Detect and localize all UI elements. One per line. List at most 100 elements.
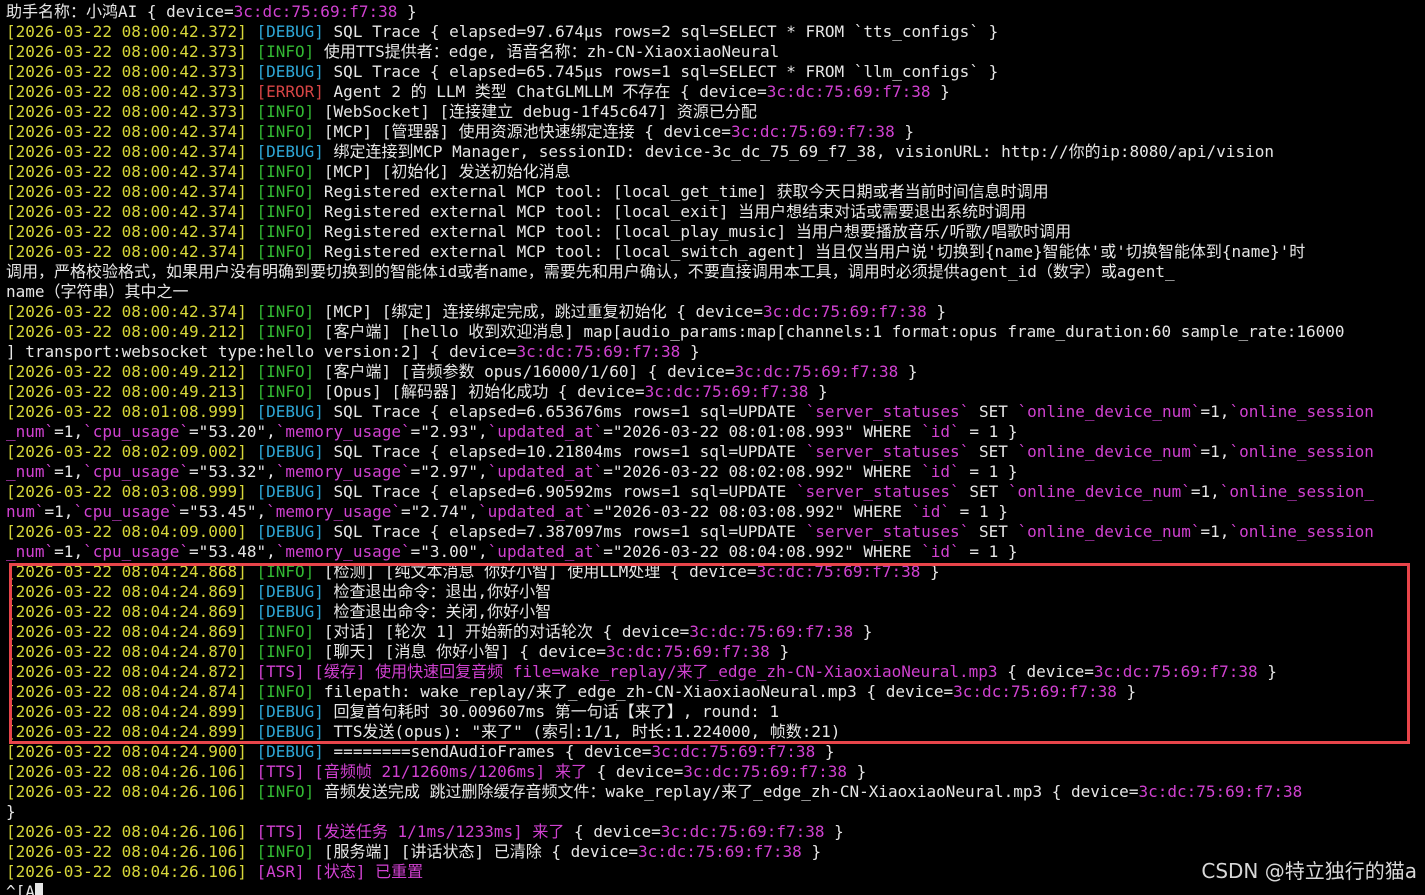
log-level: [INFO] [256, 302, 315, 321]
log-message: 调用，严格校验格式，如果用户没有明确到要切换到的智能体id或者name，需要先和… [6, 262, 1175, 281]
log-message: 3c:dc:75:69:f7:38 [1093, 662, 1258, 681]
log-level: [DEBUG] [256, 442, 324, 461]
log-timestamp: [2026-03-22 08:00:42.372] [6, 22, 247, 41]
log-line: num`=1,`cpu_usage`="53.45",`memory_usage… [6, 502, 1008, 522]
log-message: `server_statuses` [795, 482, 960, 501]
log-line: name（字符串）其中之一 [6, 282, 189, 302]
log-line: [2026-03-22 08:00:42.374] [INFO] Registe… [6, 242, 1305, 262]
log-timestamp: [2026-03-22 08:00:42.373] [6, 42, 247, 61]
log-timestamp: [2026-03-22 08:00:49.213] [6, 382, 247, 401]
log-line: [2026-03-22 08:03:08.999] [DEBUG] SQL Tr… [6, 482, 1374, 502]
log-level: [INFO] [256, 622, 315, 641]
log-timestamp: [2026-03-22 08:00:49.212] [6, 322, 247, 341]
log-timestamp: [2026-03-22 08:00:42.374] [6, 122, 247, 141]
prompt-line[interactable]: ^[A [6, 882, 43, 895]
log-message: `online_device_num` [1007, 482, 1191, 501]
log-message: } [680, 342, 700, 361]
log-message: ="53.48", [189, 542, 276, 561]
log-line: _num`=1,`cpu_usage`="53.32",`memory_usag… [6, 462, 1017, 482]
log-message: } [824, 822, 844, 841]
log-message: _num` [6, 462, 55, 481]
log-message: `memory_usage` [275, 542, 411, 561]
log-line: [2026-03-22 08:00:42.373] [DEBUG] SQL Tr… [6, 62, 998, 82]
log-message: 3c:dc:75:69:f7:38 [651, 742, 816, 761]
log-line: [2026-03-22 08:00:42.374] [INFO] [MCP] [… [6, 122, 914, 142]
log-message: `cpu_usage` [83, 542, 190, 561]
log-message: SET [969, 402, 1018, 421]
log-line: [2026-03-22 08:04:24.872] [TTS] [缓存] 使用快… [6, 662, 1277, 682]
log-message: `id` [911, 502, 951, 521]
prompt-text: ^[A [6, 882, 35, 895]
log-message: `updated_at` [487, 462, 604, 481]
log-timestamp: [2026-03-22 08:02:09.002] [6, 442, 247, 461]
log-message: TTS发送(opus): "来了" (索引:1/1, 时长:1.224000, … [333, 722, 841, 741]
log-timestamp: [2026-03-22 08:04:24.900] [6, 742, 247, 761]
log-level: [TTS] [256, 822, 305, 841]
log-level: [INFO] [256, 242, 315, 261]
log-level: [INFO] [256, 642, 315, 661]
log-message: } [6, 802, 16, 821]
log-message: ] transport:websocket type:hello version… [6, 342, 517, 361]
terminal-window[interactable]: 助手名称：小鸿AI { device=3c:dc:75:69:f7:38 } [… [0, 0, 1425, 895]
log-timestamp: [2026-03-22 08:04:24.869] [6, 582, 247, 601]
log-message: [发送任务 1/1ms/1233ms] 来了 [314, 822, 565, 841]
log-message: 3c:dc:75:69:f7:38 [516, 342, 681, 361]
log-timestamp: [2026-03-22 08:04:26.106] [6, 762, 247, 781]
log-message: [MCP] [管理器] 使用资源池快速绑定连接 { device= [323, 122, 731, 141]
log-timestamp: [2026-03-22 08:01:08.999] [6, 402, 247, 421]
log-level: [TTS] [256, 762, 305, 781]
log-line: [2026-03-22 08:04:24.869] [DEBUG] 检查退出命令… [6, 582, 551, 602]
log-line: [2026-03-22 08:04:24.869] [DEBUG] 检查退出命令… [6, 602, 551, 622]
log-message: 回复首句耗时 30.009607ms 第一句话【来了】, round: 1 [333, 702, 780, 721]
log-message: [客户端] [音频参数 opus/16000/1/60] { device= [323, 362, 735, 381]
log-message: 3c:dc:75:69:f7:38 [734, 362, 899, 381]
log-message: `server_statuses` [805, 402, 970, 421]
log-timestamp: [2026-03-22 08:04:09.000] [6, 522, 247, 541]
log-line: [2026-03-22 08:04:26.106] [ASR] [状态] 已重置 [6, 862, 423, 882]
log-line: [2026-03-22 08:00:42.372] [DEBUG] SQL Tr… [6, 22, 998, 42]
log-level: [DEBUG] [256, 702, 324, 721]
log-message: [客户端] [hello 收到欢迎消息] map[audio_params:ma… [323, 322, 1345, 341]
log-message: 使用TTS提供者：edge, 语音名称：zh-CN-XiaoxiaoNeural [323, 42, 780, 61]
log-message: ="2026-03-22 08:04:08.992" WHERE [603, 542, 922, 561]
log-line: [2026-03-22 08:00:42.373] [INFO] 使用TTS提供… [6, 42, 779, 62]
log-message: = 1 } [959, 422, 1018, 441]
log-level: [DEBUG] [256, 22, 324, 41]
log-timestamp: [2026-03-22 08:00:42.373] [6, 62, 247, 81]
log-message: Registered external MCP tool: [local_get… [323, 182, 1049, 201]
log-message: 检查退出命令：关闭,你好小智 [333, 602, 552, 621]
log-message: } [894, 122, 914, 141]
log-line: [2026-03-22 08:04:24.900] [DEBUG] ======… [6, 742, 834, 762]
log-message: `online_session [1229, 522, 1374, 541]
log-message: } [801, 842, 822, 861]
log-message: [音频帧 21/1260ms/1206ms] 来了 [314, 762, 587, 781]
header-device: 3c:dc:75:69:f7:38 [233, 2, 398, 21]
log-message: filepath: wake_replay/来了_edge_zh-CN-Xiao… [323, 682, 954, 701]
log-message: SET [969, 522, 1018, 541]
log-line: [2026-03-22 08:00:49.212] [INFO] [客户端] [… [6, 362, 918, 382]
log-level: [DEBUG] [256, 522, 324, 541]
header-suffix: } [397, 2, 417, 21]
log-level: [DEBUG] [256, 582, 324, 601]
log-message: [MCP] [绑定] 连接绑定完成，跳过重复初始化 { device= [323, 302, 763, 321]
log-message: `online_session [1229, 442, 1374, 461]
log-message: =1, [54, 462, 84, 481]
log-message: 3c:dc:75:69:f7:38 [766, 82, 931, 101]
log-message: Registered external MCP tool: [local_pla… [323, 222, 1072, 241]
log-timestamp: [2026-03-22 08:00:42.373] [6, 102, 247, 121]
log-level: [INFO] [256, 382, 315, 401]
log-level: [INFO] [256, 182, 315, 201]
log-message: SQL Trace { elapsed=10.21804ms rows=1 sq… [333, 442, 806, 461]
log-level: [DEBUG] [256, 482, 324, 501]
log-message: } [847, 762, 867, 781]
log-message: 3c:dc:75:69:f7:38 [644, 382, 809, 401]
log-message: `id` [921, 542, 960, 561]
header-text: 助手名称：小鸿AI { device= [6, 2, 234, 21]
log-message: 3c:dc:75:69:f7:38 [606, 642, 770, 661]
log-level: [INFO] [256, 322, 315, 341]
watermark: CSDN @特立独行的猫a [1201, 859, 1417, 883]
log-line: ] transport:websocket type:hello version… [6, 342, 700, 362]
log-line: [2026-03-22 08:04:24.899] [DEBUG] TTS发送(… [6, 722, 840, 742]
log-timestamp: [2026-03-22 08:04:26.106] [6, 842, 247, 861]
log-level: [INFO] [256, 222, 315, 241]
